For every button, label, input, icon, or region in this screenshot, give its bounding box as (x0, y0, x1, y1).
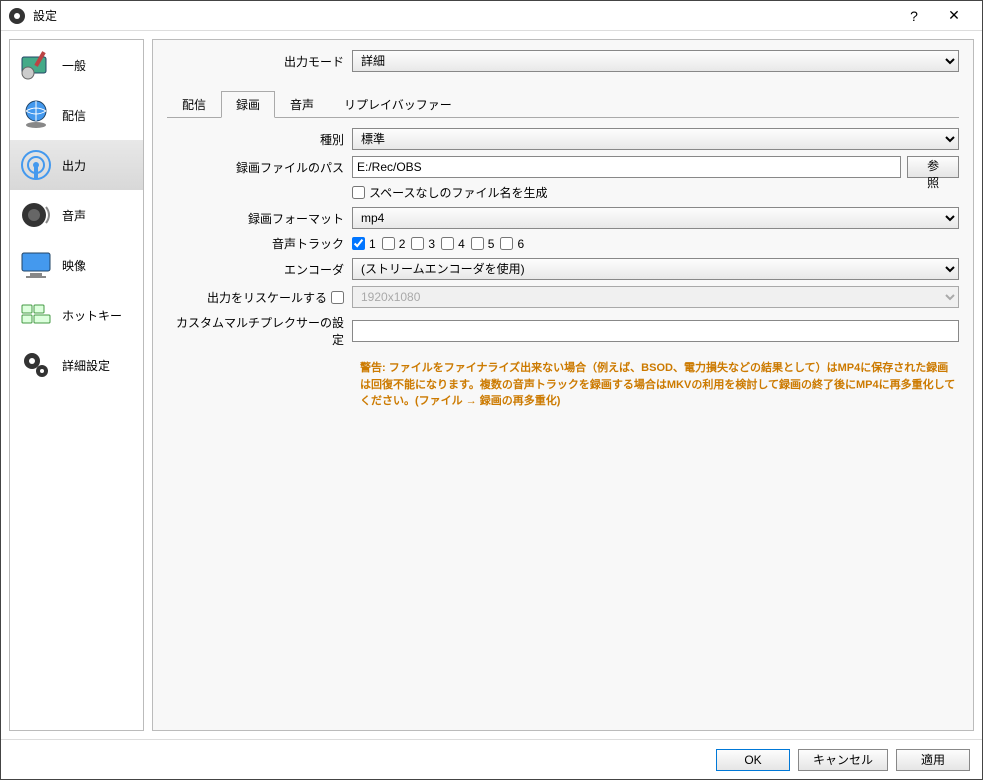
rescale-checkbox[interactable] (331, 291, 344, 304)
sidebar-item-label: 配信 (62, 107, 86, 124)
sidebar-item-label: 映像 (62, 257, 86, 274)
mp4-warning: 警告: ファイルをファイナライズ出来ない場合（例えば、BSOD、電力損失などの結… (360, 360, 959, 410)
speaker-icon (16, 195, 56, 235)
sidebar-item-label: 音声 (62, 207, 86, 224)
track-1[interactable]: 1 (352, 237, 376, 251)
apply-button[interactable]: 適用 (896, 749, 970, 771)
tracks-group: 1 2 3 4 5 6 (352, 237, 959, 251)
help-button[interactable]: ? (894, 2, 934, 30)
format-label: 録画フォーマット (167, 210, 352, 227)
keyboard-icon (16, 295, 56, 335)
sidebar-item-stream[interactable]: 配信 (10, 90, 143, 140)
browse-button[interactable]: 参照 (907, 156, 959, 178)
format-select[interactable]: mp4 (352, 207, 959, 229)
path-label: 録画ファイルのパス (167, 159, 352, 176)
sidebar-item-hotkeys[interactable]: ホットキー (10, 290, 143, 340)
sidebar-item-label: ホットキー (62, 307, 122, 324)
footer: OK キャンセル 適用 (1, 739, 982, 779)
sidebar-item-video[interactable]: 映像 (10, 240, 143, 290)
nospace-label: スペースなしのファイル名を生成 (369, 184, 548, 201)
tab-audio[interactable]: 音声 (275, 91, 329, 118)
nospace-checkbox[interactable]: スペースなしのファイル名を生成 (352, 184, 548, 201)
tracks-label: 音声トラック (167, 235, 352, 252)
sidebar-item-label: 出力 (62, 157, 86, 174)
rescale-label: 出力をリスケールする (207, 289, 327, 306)
sidebar: 一般 配信 出力 音声 映像 ホットキー 詳細設定 (9, 39, 144, 731)
gears-icon (16, 345, 56, 385)
rescale-select: 1920x1080 (352, 286, 959, 308)
main-panel: 出力モード 詳細 配信 録画 音声 リプレイバッファー 種別 標準 録画ファイル… (152, 39, 974, 731)
sidebar-item-label: 一般 (62, 57, 86, 74)
cancel-button[interactable]: キャンセル (798, 749, 888, 771)
nospace-checkbox-input[interactable] (352, 186, 365, 199)
mux-label: カスタムマルチプレクサーの設定 (167, 314, 352, 348)
output-mode-label: 出力モード (167, 53, 352, 70)
wrench-icon (16, 45, 56, 85)
broadcast-icon (16, 145, 56, 185)
track-6[interactable]: 6 (500, 237, 524, 251)
body: 一般 配信 出力 音声 映像 ホットキー 詳細設定 出力モード 詳 (1, 31, 982, 739)
tab-recording[interactable]: 録画 (221, 91, 275, 118)
globe-icon (16, 95, 56, 135)
app-icon (9, 8, 25, 24)
tab-replay[interactable]: リプレイバッファー (329, 91, 467, 118)
output-mode-row: 出力モード 詳細 (167, 50, 959, 72)
encoder-label: エンコーダ (167, 261, 352, 278)
sidebar-item-advanced[interactable]: 詳細設定 (10, 340, 143, 390)
close-button[interactable]: ✕ (934, 2, 974, 30)
path-input[interactable] (352, 156, 901, 178)
mux-input[interactable] (352, 320, 959, 342)
sidebar-item-label: 詳細設定 (62, 357, 110, 374)
track-3[interactable]: 3 (411, 237, 435, 251)
ok-button[interactable]: OK (716, 749, 790, 771)
encoder-select[interactable]: (ストリームエンコーダを使用) (352, 258, 959, 280)
type-label: 種別 (167, 131, 352, 148)
tabs: 配信 録画 音声 リプレイバッファー (167, 90, 959, 118)
tab-stream[interactable]: 配信 (167, 91, 221, 118)
monitor-icon (16, 245, 56, 285)
track-5[interactable]: 5 (471, 237, 495, 251)
titlebar: 設定 ? ✕ (1, 1, 982, 31)
type-select[interactable]: 標準 (352, 128, 959, 150)
track-2[interactable]: 2 (382, 237, 406, 251)
sidebar-item-general[interactable]: 一般 (10, 40, 143, 90)
output-mode-select[interactable]: 詳細 (352, 50, 959, 72)
sidebar-item-audio[interactable]: 音声 (10, 190, 143, 240)
sidebar-item-output[interactable]: 出力 (10, 140, 143, 190)
track-4[interactable]: 4 (441, 237, 465, 251)
window-title: 設定 (33, 7, 894, 24)
